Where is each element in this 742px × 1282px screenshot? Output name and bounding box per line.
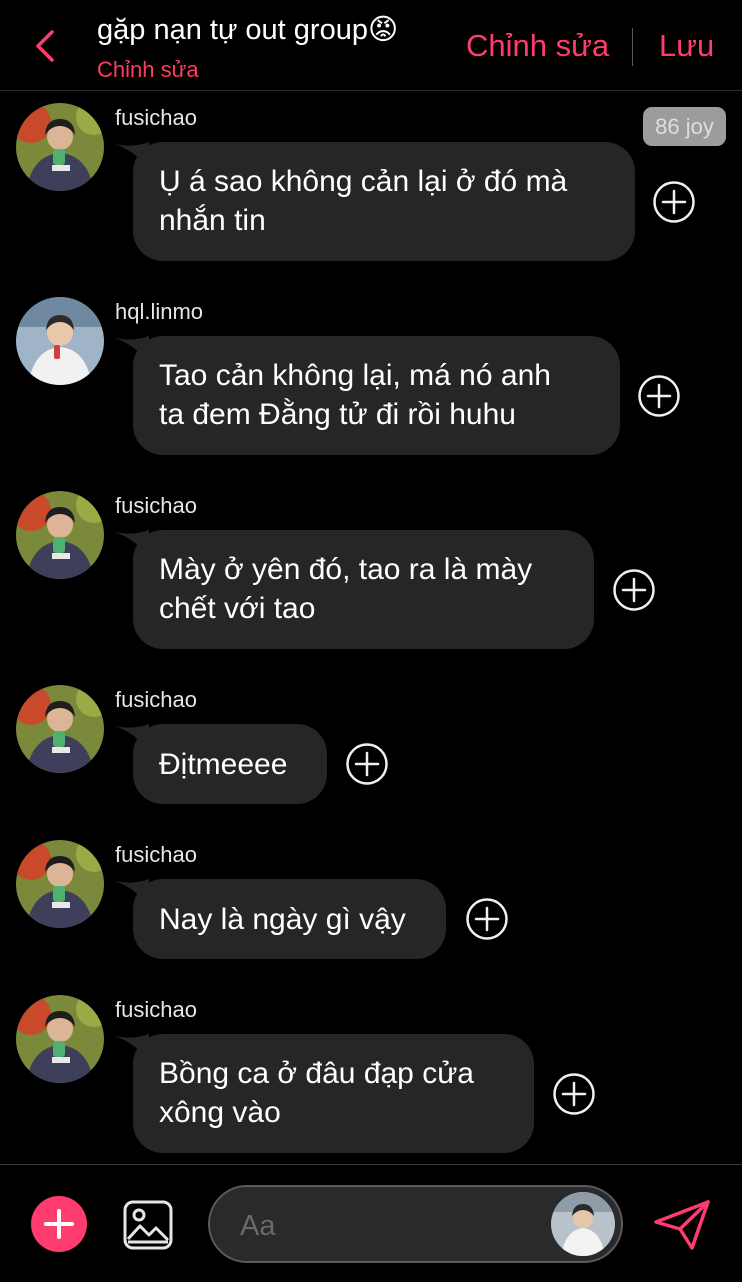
message-text-line: xông vào: [159, 1096, 281, 1129]
message-text-line: Mày ở yên đó, tao ra là mày: [159, 553, 533, 586]
add-reaction-icon[interactable]: [345, 742, 389, 786]
profile-photo-icon: [16, 840, 104, 928]
save-button[interactable]: Lưu: [659, 28, 714, 64]
back-chevron-icon[interactable]: [28, 26, 68, 66]
message-bubble[interactable]: Ụ á sao không cản lại ở đó mà nhắn tin: [133, 142, 635, 261]
sender-username[interactable]: fusichao: [115, 842, 197, 868]
sender-username[interactable]: fusichao: [115, 997, 197, 1023]
message-bubble[interactable]: Nay là ngày gì vậy: [133, 879, 446, 959]
sender-username[interactable]: fusichao: [115, 687, 197, 713]
message-bubble[interactable]: Mày ở yên đó, tao ra là mày chết với tao: [133, 530, 594, 649]
add-reaction-icon[interactable]: [552, 1072, 596, 1116]
sender-username[interactable]: fusichao: [115, 105, 197, 131]
chat-header: gặp nạn tự out group😡 Chỉnh sửa Chỉnh sử…: [0, 0, 742, 91]
message-row: fusichao Ụ á sao không cản lại ở đó mà nhắ…: [0, 100, 742, 280]
profile-photo-icon: [16, 995, 104, 1083]
message-row: fusichao Bồng ca ở đâu đạp cửa xông vào: [0, 992, 742, 1172]
sender-username[interactable]: fusichao: [115, 493, 197, 519]
message-bubble[interactable]: Bồng ca ở đâu đạp cửa xông vào: [133, 1034, 534, 1153]
profile-photo-icon: [16, 685, 104, 773]
avatar[interactable]: [16, 840, 104, 928]
avatar[interactable]: [16, 491, 104, 579]
angry-emoji-icon: 😡: [367, 14, 399, 46]
message-text-line: nhắn tin: [159, 204, 266, 237]
message-text-line: Nay là ngày gì vậy: [159, 903, 406, 936]
message-row: fusichao Mày ở yên đó, tao ra là mày chết …: [0, 488, 742, 668]
avatar[interactable]: [16, 297, 104, 385]
message-row: fusichao Địtmeeee: [0, 682, 742, 862]
message-text-line: ta đem Đằng tử đi rồi huhu: [159, 398, 516, 431]
message-text-line: Tao cản không lại, má nó anh: [159, 359, 551, 392]
add-button[interactable]: [31, 1196, 87, 1252]
add-reaction-icon[interactable]: [637, 374, 681, 418]
avatar[interactable]: [551, 1192, 615, 1256]
add-reaction-icon[interactable]: [465, 897, 509, 941]
header-divider: [632, 28, 633, 66]
avatar[interactable]: [16, 995, 104, 1083]
plus-icon: [44, 1209, 74, 1239]
message-text-line: chết với tao: [159, 592, 316, 625]
add-reaction-icon[interactable]: [652, 180, 696, 224]
message-input-box[interactable]: [208, 1185, 623, 1263]
chat-subtitle: Chỉnh sửa: [97, 57, 199, 82]
profile-photo-icon: [16, 297, 104, 385]
edit-button[interactable]: Chỉnh sửa: [466, 28, 609, 64]
sender-username[interactable]: hql.linmo: [115, 299, 203, 325]
avatar[interactable]: [16, 103, 104, 191]
chat-title-text: gặp nạn tự out group: [97, 14, 368, 46]
message-text-line: Địtmeeee: [159, 748, 288, 781]
composer-bar: [0, 1164, 742, 1282]
add-reaction-icon[interactable]: [612, 568, 656, 612]
message-input[interactable]: [238, 1205, 542, 1247]
message-bubble[interactable]: Tao cản không lại, má nó anh ta đem Đằng …: [133, 336, 620, 455]
profile-photo-icon: [16, 491, 104, 579]
message-text-line: Ụ á sao không cản lại ở đó mà: [159, 165, 568, 198]
avatar[interactable]: [16, 685, 104, 773]
profile-photo-icon: [16, 103, 104, 191]
chat-title: gặp nạn tự out group😡: [97, 12, 398, 47]
message-row: fusichao Nay là ngày gì vậy: [0, 837, 742, 1017]
message-bubble[interactable]: Địtmeeee: [133, 724, 327, 804]
image-icon[interactable]: [122, 1199, 174, 1251]
send-icon[interactable]: [652, 1199, 712, 1251]
message-row: hql.linmo Tao cản không lại, má nó anh ta …: [0, 294, 742, 474]
message-text-line: Bồng ca ở đâu đạp cửa: [159, 1057, 474, 1090]
profile-avatar-icon: [551, 1192, 615, 1256]
